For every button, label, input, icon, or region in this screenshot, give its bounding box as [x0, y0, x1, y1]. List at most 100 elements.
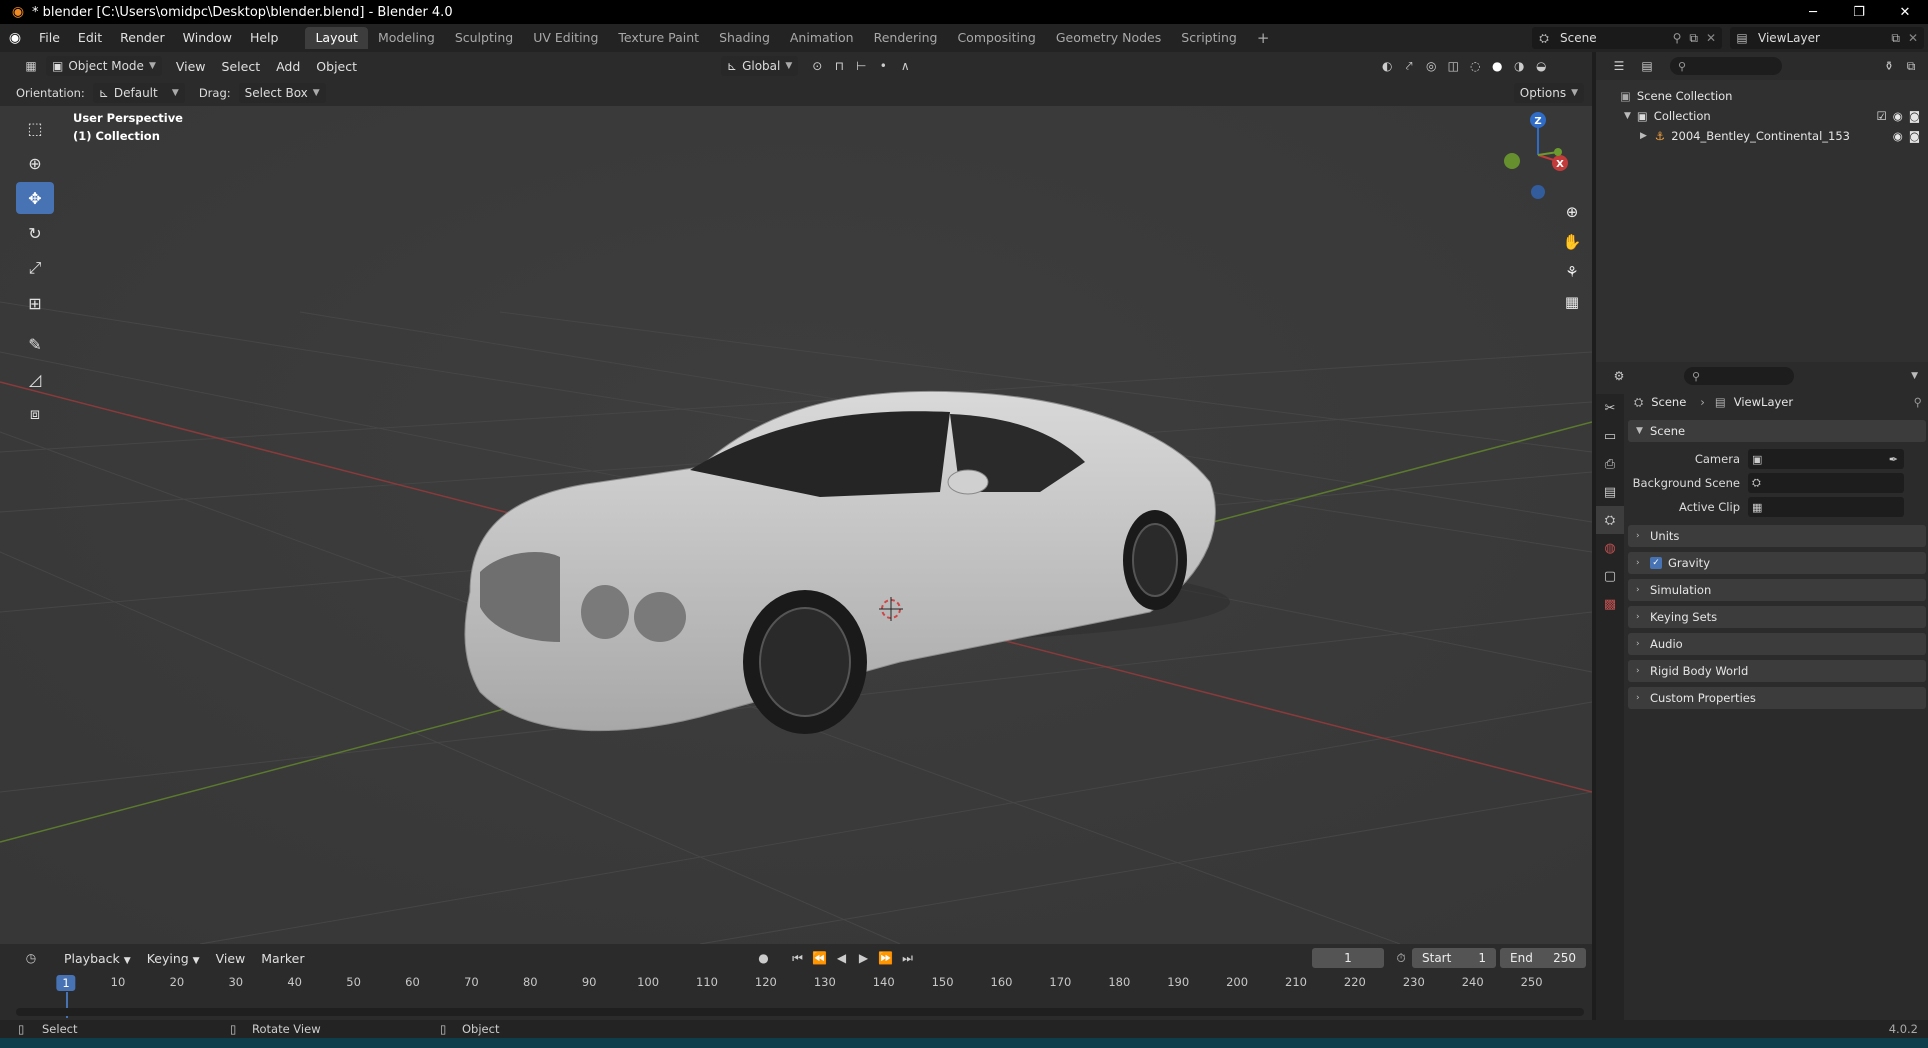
camera-icon[interactable]: ◙: [1909, 129, 1920, 143]
visibility-icon[interactable]: ◐: [1376, 56, 1398, 76]
tab-modeling[interactable]: Modeling: [368, 27, 445, 49]
select-box-icon[interactable]: ⬚: [16, 112, 54, 144]
editor-type-icon[interactable]: ▦: [20, 56, 42, 76]
checkbox-icon[interactable]: ☑: [1876, 109, 1886, 123]
shading-wireframe-icon[interactable]: ◌: [1464, 56, 1486, 76]
overlays-icon[interactable]: ◎: [1420, 56, 1442, 76]
tab-uv-editing[interactable]: UV Editing: [523, 27, 608, 49]
panel-rigid-body-world[interactable]: › Rigid Body World: [1628, 660, 1926, 682]
eye-icon[interactable]: ◉: [1893, 129, 1903, 143]
chevron-down-icon[interactable]: ▼: [1911, 371, 1918, 381]
pin-icon[interactable]: ⚲: [1673, 31, 1682, 45]
tab-layout[interactable]: Layout: [305, 27, 368, 49]
viewport-menu-object[interactable]: Object: [308, 59, 365, 74]
display-mode-icon[interactable]: ▤: [1636, 56, 1658, 76]
orientation-dropdown[interactable]: ⊾ Default ▼: [92, 83, 185, 103]
world-tab-icon[interactable]: ◍: [1596, 534, 1624, 562]
panel-gravity[interactable]: › ✓ Gravity: [1628, 552, 1926, 574]
filter-icon[interactable]: ⚱: [1878, 56, 1900, 76]
current-frame-marker[interactable]: 1: [56, 975, 76, 991]
camera-view-icon[interactable]: ⚘: [1558, 260, 1586, 284]
menu-help[interactable]: Help: [241, 24, 288, 52]
timeline-editor-icon[interactable]: ◷: [20, 948, 42, 968]
tab-shading[interactable]: Shading: [709, 27, 780, 49]
properties-editor-icon[interactable]: ⚙: [1608, 366, 1630, 386]
scale-icon[interactable]: ⤢: [16, 252, 54, 284]
panel-simulation[interactable]: › Simulation: [1628, 579, 1926, 601]
menu-edit[interactable]: Edit: [69, 24, 111, 52]
view-layer-tab-icon[interactable]: ▤: [1596, 478, 1624, 506]
tab-compositing[interactable]: Compositing: [947, 27, 1045, 49]
outliner-editor-icon[interactable]: ☰: [1608, 56, 1630, 76]
new-scene-icon[interactable]: ⧉: [1689, 31, 1698, 46]
viewlayer-selector[interactable]: ▤ ViewLayer ⧉ ✕: [1730, 27, 1924, 49]
panel-custom-properties[interactable]: › Custom Properties: [1628, 687, 1926, 709]
play-reverse-icon[interactable]: ◀: [830, 948, 852, 968]
active-clip-field[interactable]: ▦: [1748, 497, 1904, 517]
tab-geometry-nodes[interactable]: Geometry Nodes: [1046, 27, 1171, 49]
prev-keyframe-icon[interactable]: ⏪: [808, 948, 830, 968]
output-tab-icon[interactable]: ⎙: [1596, 450, 1624, 478]
viewport-menu-add[interactable]: Add: [268, 59, 308, 74]
xray-icon[interactable]: ◫: [1442, 56, 1464, 76]
mode-dropdown[interactable]: ▣ Object Mode ▼: [46, 56, 162, 76]
current-frame-field[interactable]: 1: [1312, 948, 1384, 968]
drag-dropdown[interactable]: Select Box ▼: [238, 83, 326, 103]
rotate-icon[interactable]: ↻: [16, 217, 54, 249]
scene-tab-icon[interactable]: ⛭: [1596, 506, 1624, 534]
cursor-icon[interactable]: ⊕: [16, 147, 54, 179]
viewport-menu-view[interactable]: View: [168, 59, 214, 74]
measure-icon[interactable]: ◿: [16, 363, 54, 395]
eyedropper-icon[interactable]: ✒: [1889, 453, 1898, 466]
transform-icon[interactable]: ⊞: [16, 287, 54, 319]
pivot-point-icon[interactable]: ⊙: [806, 56, 828, 76]
close-icon[interactable]: ✕: [1882, 0, 1928, 24]
restore-icon[interactable]: ❐: [1836, 0, 1882, 24]
expand-arrow-icon[interactable]: ▼: [1624, 111, 1631, 121]
minimize-icon[interactable]: ─: [1790, 0, 1836, 24]
3d-viewport[interactable]: ▦ ▣ Object Mode ▼ View Select Add Object…: [0, 52, 1592, 944]
panel-keying-sets[interactable]: › Keying Sets: [1628, 606, 1926, 628]
pan-hand-icon[interactable]: ✋: [1558, 230, 1586, 254]
timeline-scrollbar[interactable]: [16, 1008, 1584, 1016]
collection-tab-icon[interactable]: ▢: [1596, 562, 1624, 590]
record-icon[interactable]: ●: [752, 948, 774, 968]
navigation-gizmo[interactable]: Z X: [1500, 110, 1570, 200]
zoom-icon[interactable]: ⊕: [1558, 200, 1586, 224]
panel-audio[interactable]: › Audio: [1628, 633, 1926, 655]
jump-end-icon[interactable]: ⏭: [896, 948, 918, 968]
annotate-icon[interactable]: ✎: [16, 328, 54, 360]
render-tab-icon[interactable]: ▭: [1596, 422, 1624, 450]
new-viewlayer-icon[interactable]: ⧉: [1891, 31, 1900, 46]
timeline-menu-playback[interactable]: Playback ▼: [56, 951, 139, 966]
proportional-editing-icon[interactable]: •: [872, 56, 894, 76]
start-frame-field[interactable]: Start 1: [1412, 948, 1496, 968]
preview-range-icon[interactable]: ⏱: [1390, 948, 1412, 968]
snap-target-icon[interactable]: ⊢: [850, 56, 872, 76]
panel-units[interactable]: › Units: [1628, 525, 1926, 547]
panel-scene[interactable]: ▼ Scene: [1628, 420, 1926, 442]
outliner-row-collection[interactable]: ▼ ▣ Collection ☑ ◉ ◙: [1596, 106, 1928, 126]
timeline-menu-view[interactable]: View: [208, 951, 254, 966]
add-cube-icon[interactable]: ⧈: [16, 398, 54, 430]
gravity-checkbox[interactable]: ✓: [1650, 557, 1662, 569]
end-frame-field[interactable]: End 250: [1500, 948, 1586, 968]
outliner-row-object[interactable]: ▶ ⚓ 2004_Bentley_Continental_153 ◉ ◙: [1596, 126, 1928, 146]
transform-orientation-dropdown[interactable]: ⊾ Global ▼: [721, 56, 799, 76]
delete-scene-icon[interactable]: ✕: [1706, 31, 1716, 45]
blender-menu-icon[interactable]: ◉: [0, 30, 30, 46]
texture-tab-icon[interactable]: ▩: [1596, 590, 1624, 618]
snap-icon[interactable]: ⊓: [828, 56, 850, 76]
tab-texture-paint[interactable]: Texture Paint: [608, 27, 709, 49]
tool-tab-icon[interactable]: ✂: [1596, 394, 1624, 422]
gizmo-toggle-icon[interactable]: ⤤: [1398, 56, 1420, 76]
timeline-menu-keying[interactable]: Keying ▼: [139, 951, 208, 966]
menu-file[interactable]: File: [30, 24, 69, 52]
tab-rendering[interactable]: Rendering: [864, 27, 948, 49]
move-icon[interactable]: ✥: [16, 182, 54, 214]
perspective-toggle-icon[interactable]: ▦: [1558, 290, 1586, 314]
timeline-menu-marker[interactable]: Marker: [253, 951, 312, 966]
menu-window[interactable]: Window: [174, 24, 241, 52]
outliner-search-input[interactable]: ⚲: [1670, 57, 1782, 75]
eye-icon[interactable]: ◉: [1893, 109, 1903, 123]
